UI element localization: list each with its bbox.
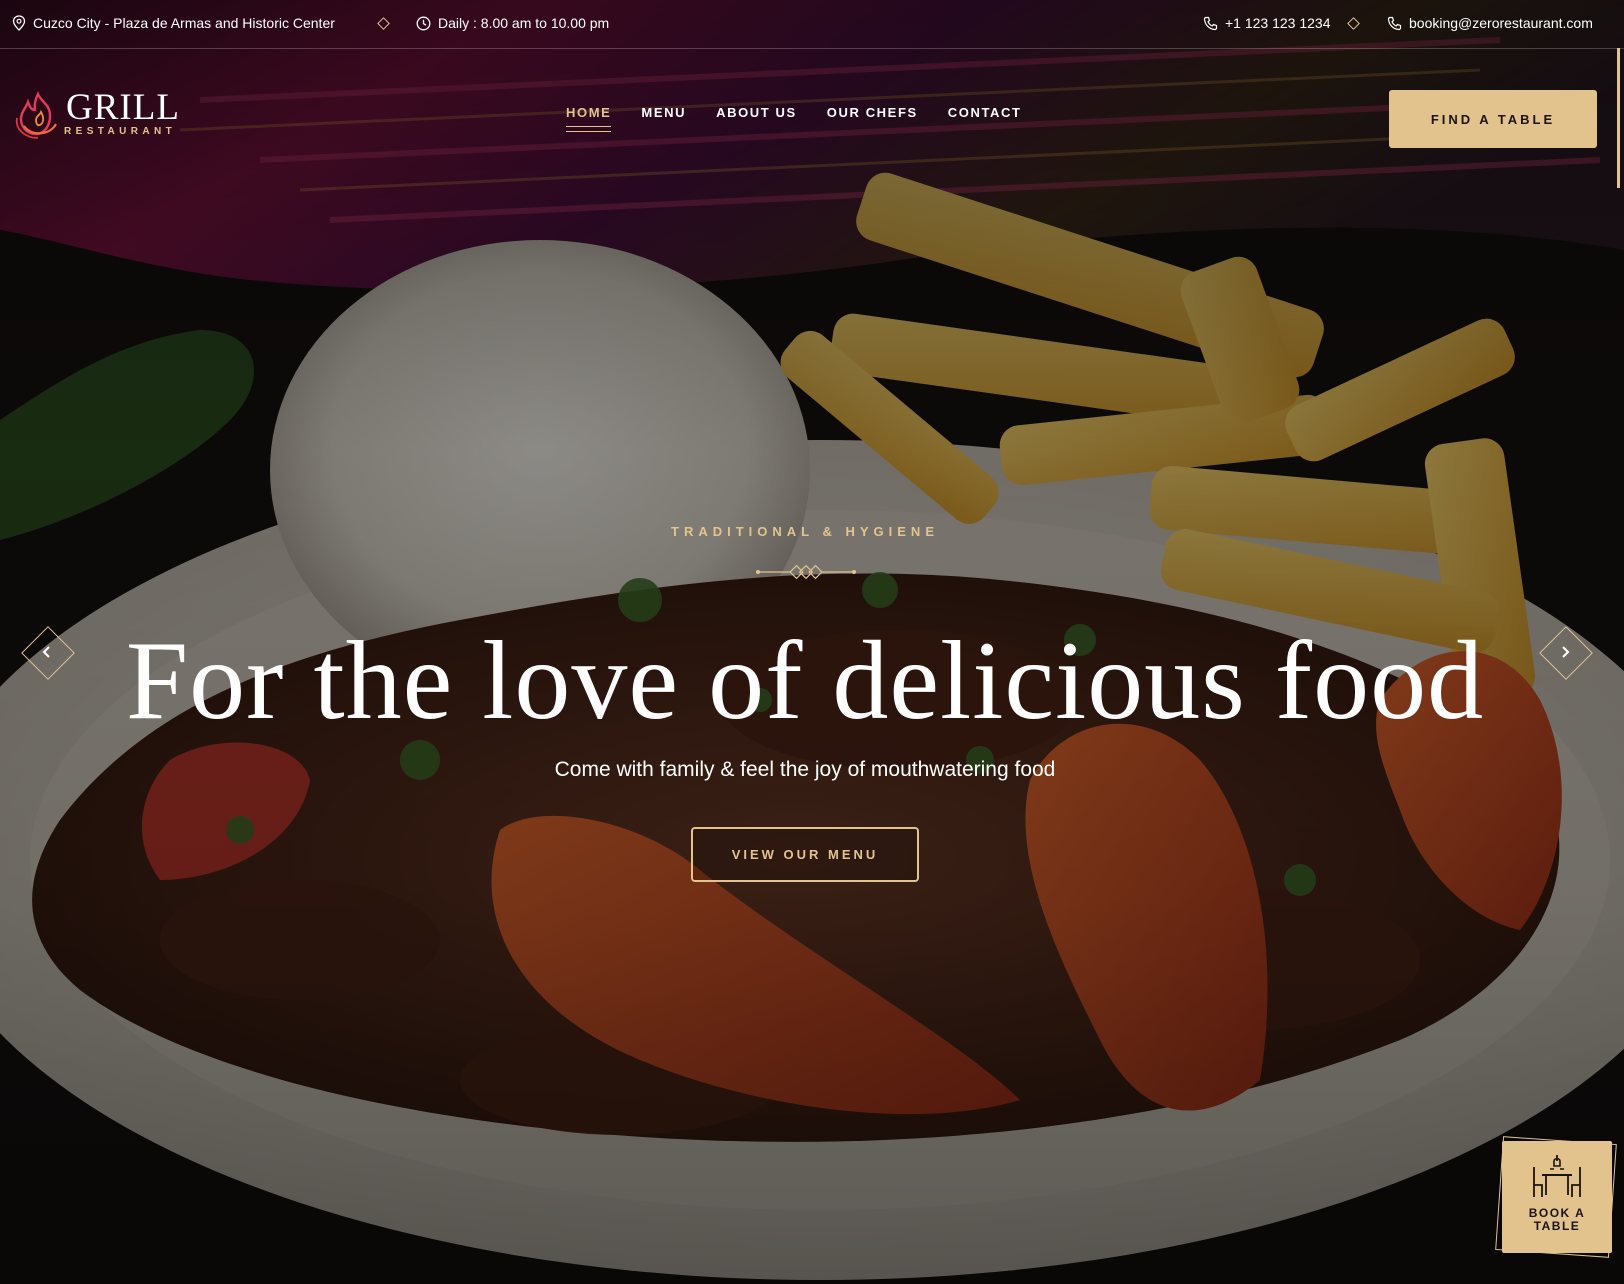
hours-text: Daily : 8.00 am to 10.00 pm [438,15,610,31]
nav-home-label: HOME [566,105,612,120]
phone-icon [1203,16,1218,31]
location-pin-icon [12,15,26,31]
book-table-line2: TABLE [1533,1219,1581,1233]
flame-logo-icon [14,90,62,145]
hero-headline: For the love of delicious food [125,619,1485,743]
active-underline [566,126,612,132]
chevron-left-icon [22,627,72,677]
site-logo[interactable]: GRILL RESTAURANT [14,87,184,145]
hero-eyebrow: TRADITIONAL & HYGIENE [671,524,939,539]
address-text: Cuzco City - Plaza de Armas and Historic… [33,15,335,31]
nav-contact-label: CONTACT [947,105,1022,120]
hero-subline: Come with family & feel the joy of mouth… [554,758,1056,781]
view-our-menu-button[interactable]: VIEW OUR MENU [691,827,919,882]
nav-menu-label: MENU [641,105,687,120]
nav-our-chefs[interactable]: OUR CHEFS [827,105,918,132]
slider-prev-button[interactable] [21,626,75,680]
nav-chefs-label: OUR CHEFS [826,105,918,120]
dining-table-icon [1532,1153,1582,1206]
diamond-separator-icon [1347,17,1360,30]
address-info: Cuzco City - Plaza de Armas and Historic… [12,15,335,31]
find-a-table-button[interactable]: FIND A TABLE [1389,90,1597,148]
clock-icon [416,16,431,31]
book-table-label: BOOK A TABLE [1502,1207,1612,1233]
diamond-separator-icon [377,17,390,30]
hero-section: Cuzco City - Plaza de Armas and Historic… [0,0,1624,1284]
phone-info[interactable]: +1 123 123 1234 [1203,15,1331,31]
phone-text[interactable]: +1 123 123 1234 [1225,15,1331,31]
ornament-divider-icon [756,564,856,580]
main-nav: HOME MENU ABOUT US OUR CHEFS CONTACT [566,105,1022,132]
logo-wordmark: GRILL [66,87,180,128]
email-text[interactable]: booking@zerorestaurant.com [1409,15,1593,31]
nav-about-us[interactable]: ABOUT US [716,105,797,132]
nav-about-label: ABOUT US [716,105,797,120]
page-scroll-indicator[interactable] [1617,48,1620,188]
book-a-table-widget[interactable]: BOOK A TABLE [1495,1136,1617,1258]
logo-subtitle: RESTAURANT [64,126,177,137]
slider-next-button[interactable] [1539,626,1593,680]
phone-icon [1387,16,1402,31]
nav-home[interactable]: HOME [566,105,612,132]
nav-menu[interactable]: MENU [641,105,686,132]
hours-info: Daily : 8.00 am to 10.00 pm [416,15,609,31]
email-info[interactable]: booking@zerorestaurant.com [1387,15,1593,31]
chevron-right-icon [1540,627,1590,677]
nav-contact[interactable]: CONTACT [948,105,1022,132]
top-info-bar: Cuzco City - Plaza de Armas and Historic… [0,0,1624,49]
